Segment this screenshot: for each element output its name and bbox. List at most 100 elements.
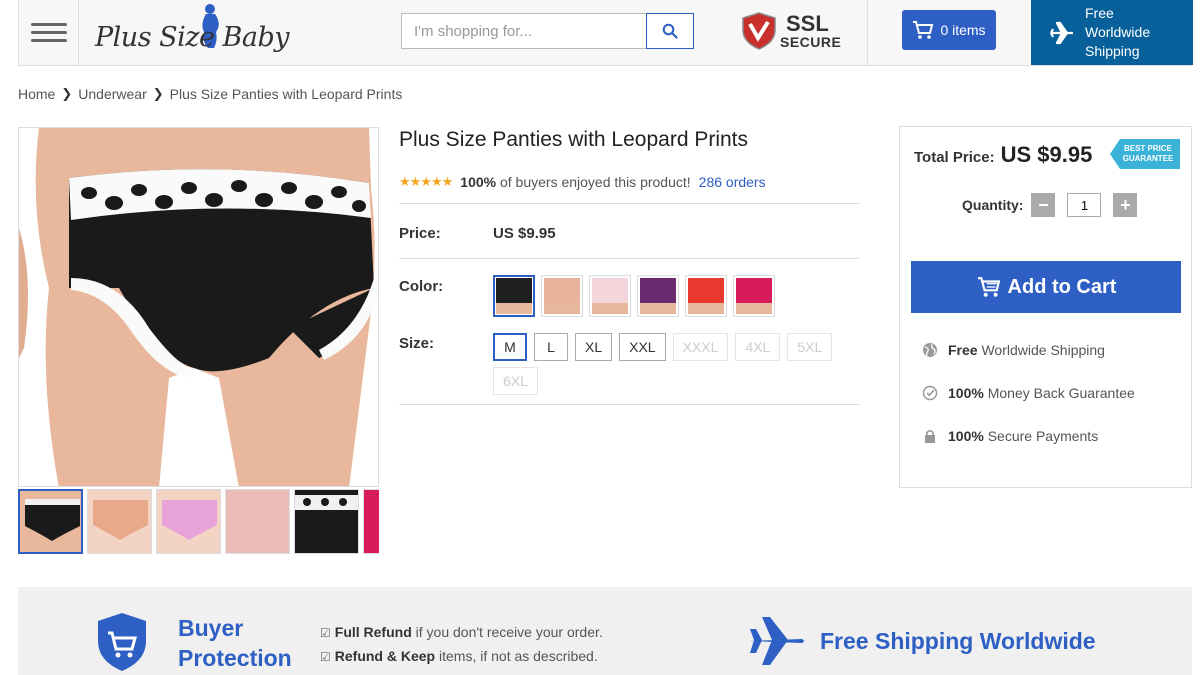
size-options: M L XL XXL XXXL 4XL 5XL 6XL	[493, 333, 833, 395]
ssl-secure-badge: SSL SECURE	[741, 11, 842, 52]
size-option-m[interactable]: M	[493, 333, 527, 361]
color-swatch-red[interactable]	[685, 275, 727, 317]
rating-summary: 100% of buyers enjoyed this product!	[460, 174, 690, 190]
breadcrumb-underwear[interactable]: Underwear	[78, 86, 146, 102]
thumbnail-rose[interactable]	[363, 489, 379, 554]
free-shipping-label: Free Worldwide Shipping	[1085, 5, 1151, 59]
chevron-right-icon: ❯	[61, 86, 73, 101]
color-swatch-purple[interactable]	[637, 275, 679, 317]
quantity-label: Quantity:	[962, 197, 1024, 213]
checkbox-icon: ☑	[320, 650, 331, 664]
total-price-label: Total Price:	[914, 149, 995, 166]
cart-button[interactable]: 0 items	[902, 10, 996, 50]
size-option-6xl: 6XL	[493, 367, 538, 395]
color-swatch-rose[interactable]	[733, 275, 775, 317]
cart-icon	[977, 277, 1000, 297]
orders-link[interactable]: 286 orders	[699, 174, 766, 190]
buyer-protection-points: ☑ Full Refund if you don't receive your o…	[320, 621, 603, 669]
color-swatch-light-pink[interactable]	[589, 275, 631, 317]
site-logo[interactable]: Plus Size Baby	[89, 2, 290, 62]
feature-text: Money Back Guarantee	[987, 385, 1135, 401]
shield-check-icon	[742, 12, 776, 50]
star-rating-icon: ★★★★★	[399, 174, 453, 189]
free-shipping-worldwide-label: Free Shipping Worldwide	[820, 627, 1096, 654]
size-option-l[interactable]: L	[534, 333, 568, 361]
buyer-protection-shield-icon	[98, 613, 146, 671]
lock-icon	[925, 429, 935, 443]
hamburger-menu-icon[interactable]	[19, 0, 79, 65]
search-bar	[401, 13, 712, 49]
rating-percent: 100%	[460, 174, 497, 190]
total-price-row: Total Price: US $9.95	[914, 142, 1092, 168]
feature-free-shipping: Free Worldwide Shipping	[922, 342, 1105, 358]
globe-icon	[923, 343, 937, 357]
thumbnail-strip	[18, 489, 379, 555]
badge-line2: GUARANTEE	[1122, 154, 1174, 163]
divider	[399, 258, 859, 259]
buyer-protection-title: Buyer Protection	[178, 615, 292, 671]
size-option-5xl: 5XL	[787, 333, 833, 361]
feature-text: Worldwide Shipping	[981, 342, 1105, 358]
check-circle-icon	[922, 385, 938, 401]
color-swatch-nude[interactable]	[541, 275, 583, 317]
feature-text: Secure Payments	[987, 428, 1099, 444]
quantity-stepper: Quantity: − +	[962, 193, 1138, 217]
thumbnail-pink[interactable]	[156, 489, 221, 554]
best-price-guarantee-badge: BEST PRICE GUARANTEE	[1110, 139, 1180, 169]
search-input[interactable]	[401, 13, 646, 49]
size-option-xxl[interactable]: XXL	[619, 333, 666, 361]
buy-box: Total Price: US $9.95 BEST PRICE GUARANT…	[899, 126, 1192, 488]
add-to-cart-label: Add to Cart	[1007, 275, 1117, 298]
size-label: Size:	[399, 335, 435, 352]
protection-point: ☑ Full Refund if you don't receive your o…	[320, 624, 603, 640]
feature-bold: 100%	[948, 428, 984, 444]
feature-money-back: 100% Money Back Guarantee	[922, 385, 1135, 401]
search-button[interactable]	[646, 13, 694, 49]
thumbnail-fabric[interactable]	[225, 489, 290, 554]
breadcrumb-current: Plus Size Panties with Leopard Prints	[169, 86, 403, 102]
thumbnail-waistband[interactable]	[294, 489, 359, 554]
size-option-4xl: 4XL	[735, 333, 781, 361]
product-title: Plus Size Panties with Leopard Prints	[399, 128, 749, 151]
product-main-image[interactable]	[18, 127, 379, 487]
quantity-input[interactable]	[1067, 193, 1102, 217]
ssl-subtitle: SECURE	[780, 34, 842, 50]
cart-icon	[913, 21, 934, 39]
checkbox-icon: ☑	[320, 626, 331, 640]
color-label: Color:	[399, 278, 444, 295]
product-photo	[19, 128, 378, 486]
rating-row: ★★★★★ 100% of buyers enjoyed this produc…	[399, 174, 766, 190]
divider	[399, 203, 859, 204]
cart-count: 0 items	[940, 22, 986, 38]
site-header: Plus Size Baby SSL SECURE 0 items Free W…	[18, 0, 1193, 66]
breadcrumb: Home ❯ Underwear ❯ Plus Size Panties wit…	[18, 86, 402, 102]
color-swatch-black[interactable]	[493, 275, 535, 317]
divider	[399, 404, 859, 405]
size-option-xl[interactable]: XL	[575, 333, 613, 361]
color-swatches	[493, 275, 775, 317]
badge-line1: BEST PRICE	[1123, 144, 1172, 153]
feature-secure-payments: 100% Secure Payments	[922, 428, 1098, 444]
search-icon	[662, 23, 678, 39]
logo-text: Plus Size Baby	[95, 22, 290, 53]
quantity-minus-button[interactable]: −	[1031, 193, 1056, 217]
header-divider	[867, 0, 868, 65]
size-option-xxxl: XXXL	[672, 333, 729, 361]
trust-banner: Buyer Protection ☑ Full Refund if you don…	[18, 587, 1192, 675]
rating-text: of buyers enjoyed this product!	[499, 174, 691, 190]
thumbnail-black[interactable]	[18, 489, 83, 554]
thumbnail-nude[interactable]	[87, 489, 152, 554]
protection-point: ☑ Refund & Keep items, if not as describe…	[320, 648, 598, 664]
free-shipping-header[interactable]: Free Worldwide Shipping	[1031, 0, 1193, 65]
price-label: Price:	[399, 225, 441, 242]
airplane-icon	[750, 617, 804, 665]
total-price-value: US $9.95	[1000, 142, 1093, 167]
free-shipping-worldwide: Free Shipping Worldwide	[748, 615, 1096, 667]
add-to-cart-button[interactable]: Add to Cart	[911, 261, 1181, 313]
price-value: US $9.95	[493, 225, 556, 242]
quantity-plus-button[interactable]: +	[1113, 193, 1138, 217]
airplane-icon	[1050, 21, 1073, 44]
feature-bold: 100%	[948, 385, 984, 401]
breadcrumb-home[interactable]: Home	[18, 86, 55, 102]
feature-bold: Free	[948, 342, 978, 358]
